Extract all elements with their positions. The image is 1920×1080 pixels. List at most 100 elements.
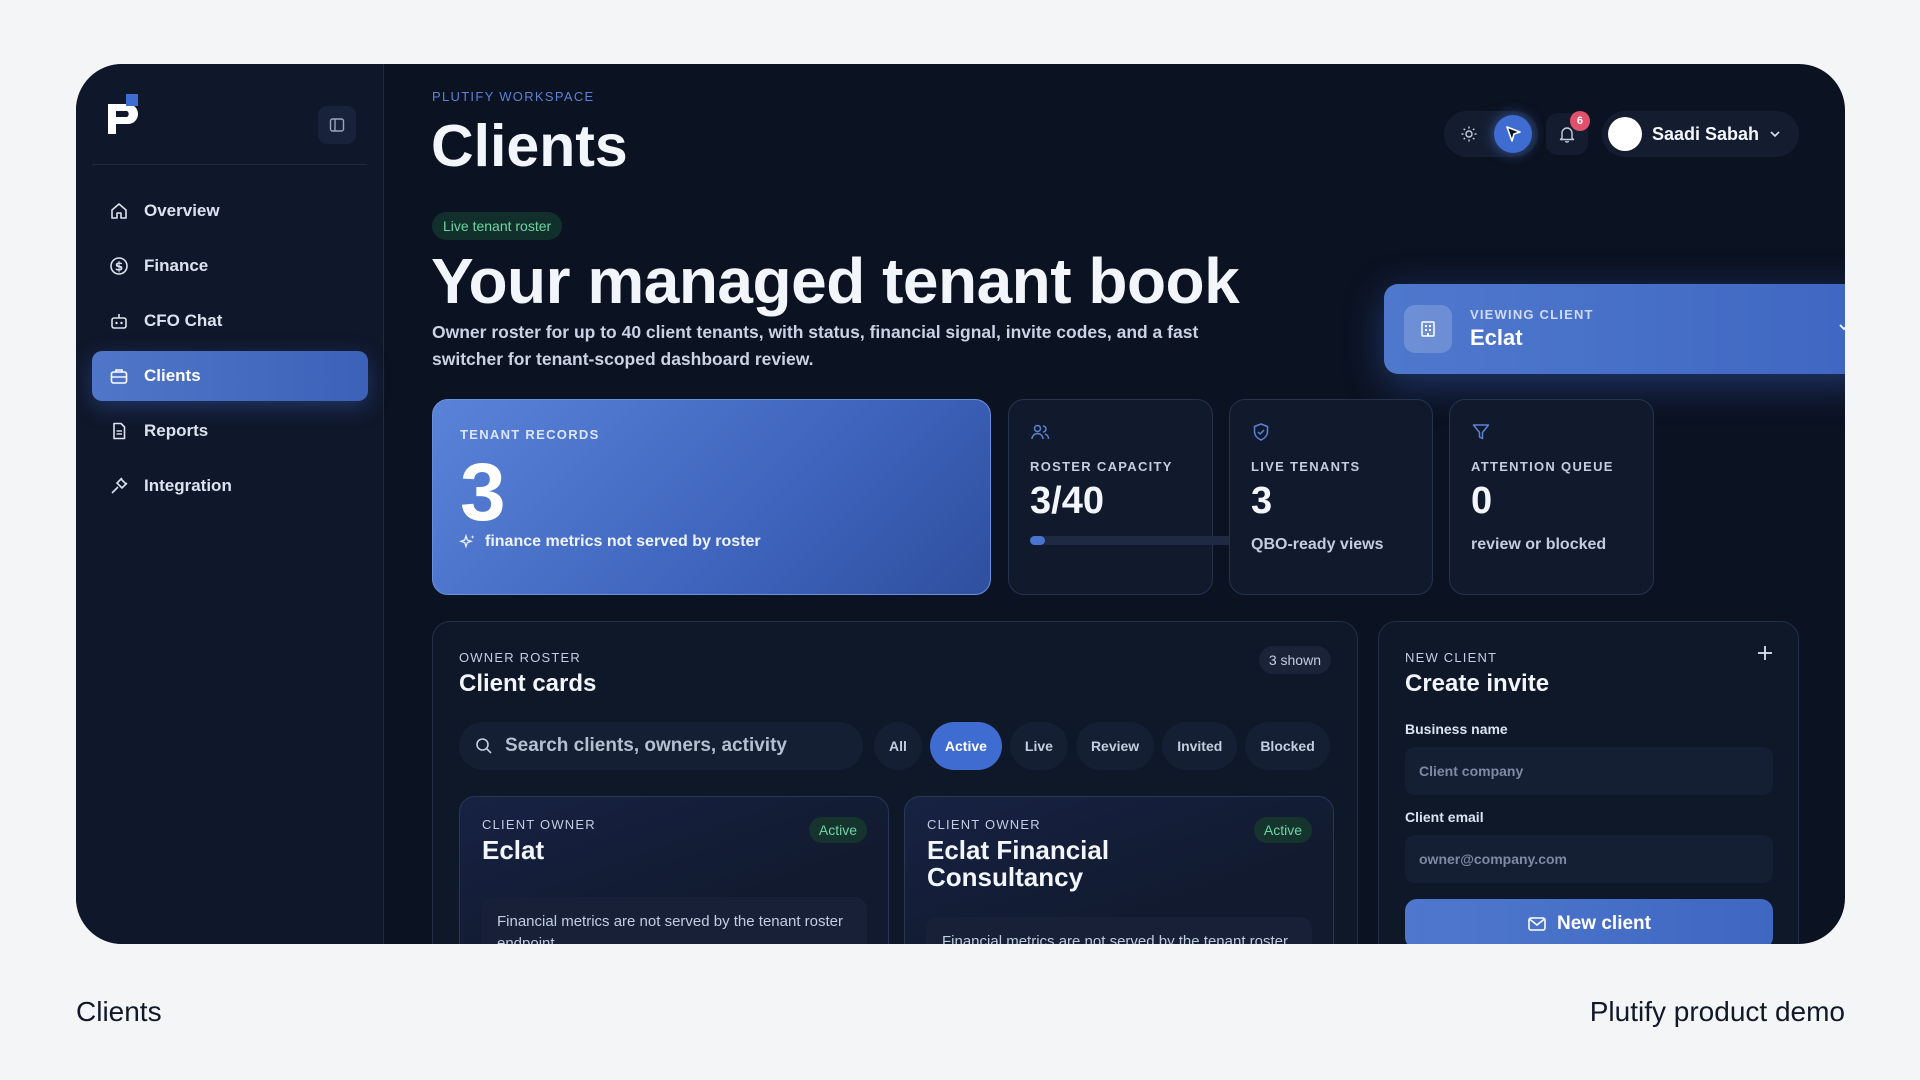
sidebar-item-clients[interactable]: Clients	[92, 351, 368, 401]
filter-review[interactable]: Review	[1075, 722, 1155, 770]
sidebar-divider	[92, 164, 367, 165]
filter-icon	[1472, 424, 1490, 440]
stat-label: ATTENTION QUEUE	[1471, 459, 1614, 474]
status-badge: Active	[808, 817, 867, 843]
pointer-mode-button[interactable]	[1493, 115, 1532, 153]
sun-icon	[1461, 126, 1477, 142]
metrics-note: Financial metrics are not served by the …	[481, 897, 867, 944]
stat-value: 3/40	[1030, 480, 1104, 522]
plutify-logo[interactable]	[104, 92, 144, 140]
capacity-progress-fill	[1030, 536, 1046, 545]
document-icon	[108, 420, 130, 442]
panel-eyebrow: OWNER ROSTER	[459, 650, 582, 665]
briefcase-icon	[108, 365, 130, 387]
panel-eyebrow: NEW CLIENT	[1405, 650, 1498, 665]
filter-all[interactable]: All	[874, 722, 922, 770]
client-name: Eclat	[482, 835, 545, 865]
panel-title: Client cards	[459, 670, 597, 697]
status-badge: Active	[1253, 817, 1312, 843]
building-icon	[1404, 305, 1452, 353]
client-card[interactable]: CLIENT OWNER Eclat Financial Consultancy…	[904, 796, 1334, 944]
client-switcher[interactable]: VIEWING CLIENT Eclat	[1384, 284, 1845, 374]
user-menu[interactable]: Saadi Sabah	[1601, 111, 1799, 157]
client-card[interactable]: CLIENT OWNER Eclat Active Financial metr…	[459, 796, 889, 944]
avatar	[1607, 117, 1642, 151]
stat-value: 3	[1251, 480, 1273, 522]
app-window: Overview $ Finance CFO Chat Clients Repo…	[76, 64, 1845, 944]
sidebar-item-label: Integration	[144, 476, 232, 495]
create-invite-panel: NEW CLIENT Create invite Business name C…	[1378, 621, 1799, 944]
capacity-progress-bar	[1030, 536, 1236, 545]
hero-description: Owner roster for up to 40 client tenants…	[432, 322, 1199, 369]
sidebar-item-reports[interactable]: Reports	[92, 406, 368, 456]
stat-subtitle: finance metrics not served by roster	[459, 533, 761, 551]
sidebar-item-label: Overview	[144, 201, 220, 220]
client-email-field[interactable]: owner@company.com	[1405, 835, 1773, 883]
filter-invited[interactable]: Invited	[1162, 722, 1238, 770]
new-client-button[interactable]: New client	[1405, 899, 1773, 944]
sidebar: Overview $ Finance CFO Chat Clients Repo…	[76, 64, 384, 944]
sparkles-icon	[459, 533, 475, 549]
sidebar-item-label: Reports	[144, 421, 209, 440]
attention-queue-card: ATTENTION QUEUE 0 review or blocked	[1449, 399, 1654, 595]
client-email-label: Client email	[1405, 809, 1484, 825]
dollar-icon: $	[108, 255, 130, 277]
status-filter-group: All Active Live Review Invited Blocked	[874, 722, 1330, 770]
caption-right: Plutify product demo	[1589, 996, 1845, 1027]
chevron-down-icon	[1770, 131, 1780, 138]
plug-icon	[108, 475, 130, 497]
business-name-label: Business name	[1405, 721, 1508, 737]
client-name: Eclat Financial Consultancy	[927, 835, 1110, 892]
tenant-records-card: TENANT RECORDS 3 finance metrics not ser…	[432, 399, 991, 595]
filter-active[interactable]: Active	[929, 722, 1002, 770]
sidebar-item-cfo-chat[interactable]: CFO Chat	[92, 296, 368, 346]
card-eyebrow: CLIENT OWNER	[927, 817, 1041, 832]
plus-icon[interactable]	[1756, 644, 1774, 662]
workspace-label: PLUTIFY WORKSPACE	[432, 89, 595, 104]
users-icon	[1031, 424, 1050, 440]
search-icon	[476, 738, 492, 754]
page-title: Clients	[431, 113, 628, 179]
sidebar-item-integration[interactable]: Integration	[92, 461, 368, 511]
roster-capacity-card: ROSTER CAPACITY 3/40	[1008, 399, 1236, 595]
sidebar-toggle-button[interactable]	[318, 106, 356, 144]
viewing-client-value: Eclat	[1470, 325, 1523, 350]
notifications-button[interactable]: 6	[1545, 111, 1590, 155]
shield-check-icon	[1253, 423, 1269, 441]
business-name-field[interactable]: Client company	[1405, 747, 1773, 795]
live-roster-badge: Live tenant roster	[432, 212, 563, 240]
theme-toggle-button[interactable]	[1450, 115, 1488, 153]
sidebar-item-label: Finance	[144, 256, 209, 275]
viewing-client-label: VIEWING CLIENT	[1470, 307, 1594, 322]
hero-title: Your managed tenant book	[431, 245, 1240, 317]
stat-label: LIVE TENANTS	[1251, 459, 1361, 474]
bot-icon	[108, 310, 130, 332]
sidebar-item-label: CFO Chat	[144, 311, 223, 330]
sidebar-item-label: Clients	[144, 366, 201, 385]
stat-label: ROSTER CAPACITY	[1030, 459, 1173, 474]
card-eyebrow: CLIENT OWNER	[482, 817, 596, 832]
stat-value: 0	[1471, 480, 1493, 522]
search-placeholder: Search clients, owners, activity	[505, 735, 787, 756]
main-content: PLUTIFY WORKSPACE Clients 6 Saadi Sabah	[384, 64, 1845, 944]
sidebar-item-finance[interactable]: $ Finance	[92, 241, 368, 291]
sidebar-nav: Overview $ Finance CFO Chat Clients Repo…	[92, 186, 368, 516]
mail-icon	[1528, 917, 1546, 931]
owner-roster-panel: OWNER ROSTER Client cards 3 shown Search…	[432, 621, 1358, 944]
sidebar-panel-icon	[329, 118, 345, 132]
svg-text:$: $	[115, 260, 123, 274]
new-client-label: New client	[1557, 913, 1651, 934]
stat-subtitle: review or blocked	[1471, 536, 1607, 553]
panel-title: Create invite	[1405, 670, 1550, 697]
filter-blocked[interactable]: Blocked	[1245, 722, 1330, 770]
metrics-note: Financial metrics are not served by the …	[926, 917, 1312, 944]
home-icon	[108, 200, 130, 222]
sidebar-item-overview[interactable]: Overview	[92, 186, 368, 236]
notification-count-badge: 6	[1569, 111, 1590, 131]
filter-live[interactable]: Live	[1009, 722, 1068, 770]
caption-left: Clients	[76, 996, 162, 1027]
stat-subtitle: QBO-ready views	[1251, 536, 1384, 553]
shown-count-badge: 3 shown	[1258, 646, 1331, 674]
stat-label: TENANT RECORDS	[460, 427, 600, 442]
search-input[interactable]: Search clients, owners, activity	[459, 722, 863, 770]
